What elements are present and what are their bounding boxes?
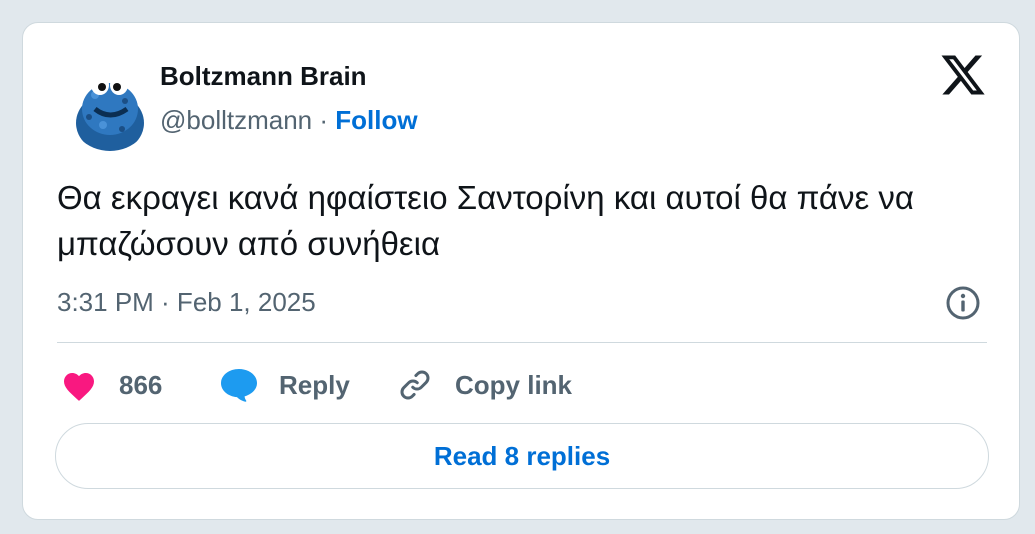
reply-label: Reply [279,369,350,400]
copy-link-button[interactable]: Copy link [397,365,572,405]
divider [57,342,987,343]
heart-icon [61,368,97,402]
info-icon[interactable] [945,285,981,321]
like-count: 866 [119,369,163,400]
handle-separator: · [312,105,336,135]
read-replies-button[interactable]: Read 8 replies [55,423,989,489]
link-icon [397,367,433,403]
author-handle-row: @bolltzmann · Follow [160,105,418,136]
tweet-card: Boltzmann Brain @bolltzmann · Follow Θα … [22,22,1020,520]
tweet-timestamp[interactable]: 3:31 PM · Feb 1, 2025 [57,287,316,318]
speech-bubble-icon [219,367,259,403]
copy-link-label: Copy link [455,369,573,400]
reply-button[interactable]: Reply [219,365,350,405]
author-name[interactable]: Boltzmann Brain [160,61,367,92]
tweet-text: Θα εκραγει κανά ηφαίστειο Σαντορίνη και … [57,179,914,262]
x-logo-icon[interactable] [939,51,987,99]
follow-button[interactable]: Follow [335,105,417,135]
avatar[interactable] [67,65,153,151]
like-button[interactable]: 866 [61,365,162,405]
author-handle[interactable]: @bolltzmann [160,105,312,135]
